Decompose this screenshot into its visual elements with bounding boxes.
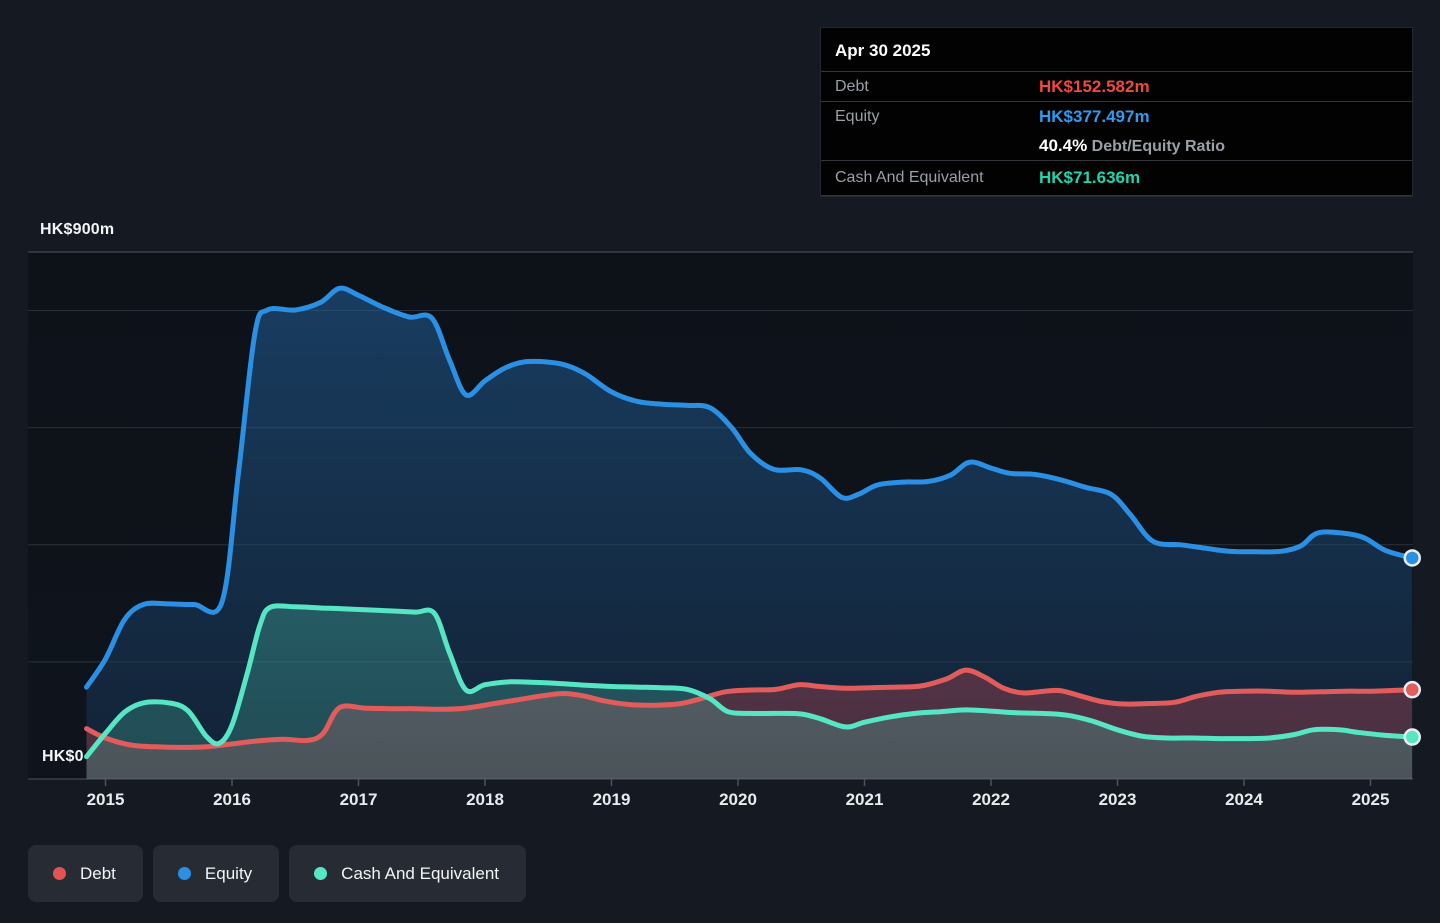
tooltip-equity-value: HK$377.497m — [1039, 107, 1398, 127]
legend: Debt Equity Cash And Equivalent — [28, 845, 526, 902]
legend-debt-label: Debt — [80, 864, 116, 884]
tooltip-date: Apr 30 2025 — [821, 28, 1412, 72]
y-axis-label-max: HK$900m — [40, 221, 114, 239]
cash-dot-icon — [314, 867, 327, 880]
tooltip-cash-label: Cash And Equivalent — [835, 169, 1039, 187]
x-axis-label-2019: 2019 — [593, 790, 631, 810]
balance-sheet-history-chart: HK$900m HK$0 2015 2016 2017 2018 2019 2020 202… — [0, 0, 1440, 923]
equity-dot-icon — [178, 867, 191, 880]
x-axis-label-2015: 2015 — [87, 790, 125, 810]
x-axis-label-2024: 2024 — [1225, 790, 1263, 810]
legend-item-equity[interactable]: Equity — [153, 845, 279, 902]
tooltip-cash-value: HK$71.636m — [1039, 168, 1398, 188]
tooltip-row-cash: Cash And Equivalent HK$71.636m — [821, 160, 1412, 196]
tooltip-row-debt: Debt HK$152.582m — [821, 72, 1412, 102]
x-axis-label-2018: 2018 — [466, 790, 504, 810]
tooltip-row-equity: Equity HK$377.497m — [821, 102, 1412, 131]
legend-item-cash[interactable]: Cash And Equivalent — [289, 845, 526, 902]
x-axis-label-2023: 2023 — [1099, 790, 1137, 810]
debt-dot-icon — [53, 867, 66, 880]
x-axis-label-2017: 2017 — [340, 790, 378, 810]
x-axis-label-2016: 2016 — [213, 790, 251, 810]
x-axis-label-2020: 2020 — [719, 790, 757, 810]
tooltip-ratio-label: Debt/Equity Ratio — [1087, 138, 1225, 155]
tooltip-ratio-value: 40.4% — [1039, 136, 1087, 155]
tooltip-debt-value: HK$152.582m — [1039, 77, 1398, 97]
x-axis-label-2021: 2021 — [846, 790, 884, 810]
tooltip: Apr 30 2025 Debt HK$152.582m Equity HK$3… — [820, 27, 1413, 197]
legend-item-debt[interactable]: Debt — [28, 845, 143, 902]
x-axis-label-2025: 2025 — [1352, 790, 1390, 810]
tooltip-row-ratio: 40.4% Debt/Equity Ratio — [821, 131, 1412, 160]
y-axis-label-zero: HK$0 — [42, 748, 84, 766]
tooltip-equity-label: Equity — [835, 108, 1039, 126]
legend-cash-label: Cash And Equivalent — [341, 864, 499, 884]
x-axis-label-2022: 2022 — [972, 790, 1010, 810]
legend-equity-label: Equity — [205, 864, 252, 884]
tooltip-debt-label: Debt — [835, 78, 1039, 96]
